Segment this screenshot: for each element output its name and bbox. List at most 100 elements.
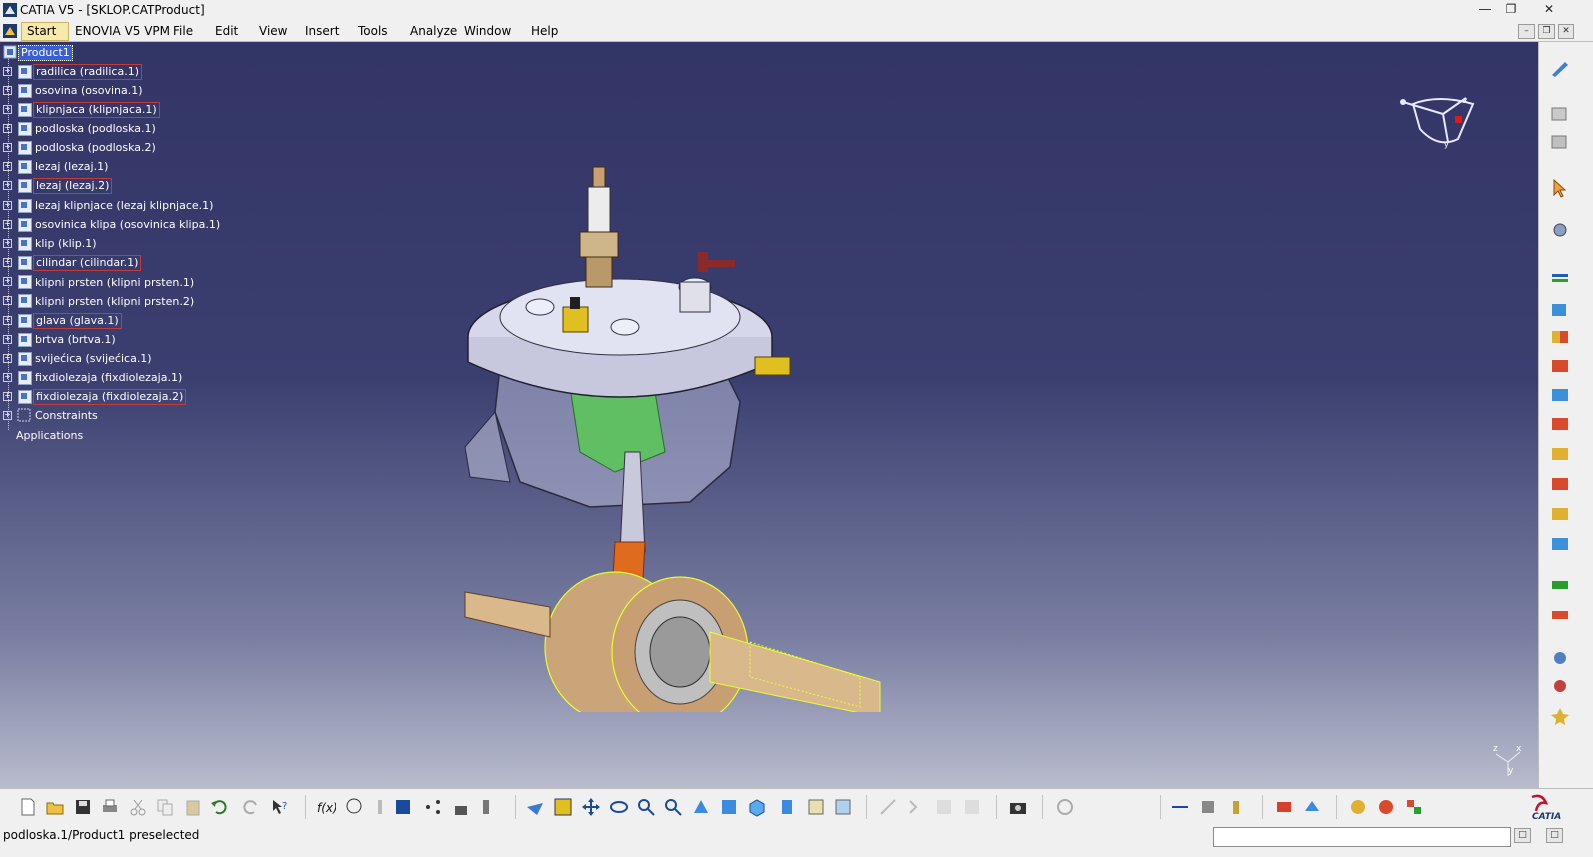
part-icon[interactable] [18, 199, 32, 213]
expand-icon[interactable]: + [3, 392, 12, 401]
constraints-icon[interactable] [17, 408, 31, 422]
catia-app-icon[interactable] [3, 3, 17, 17]
apply-material-icon[interactable] [1226, 797, 1246, 817]
manipulation-icon[interactable] [1549, 605, 1571, 625]
document-icon[interactable] [3, 24, 17, 38]
photo-studio-icon[interactable] [1376, 797, 1396, 817]
tree-node-lezaj-klipnjace[interactable]: lezaj klipnjace (lezaj klipnjace.1) [33, 199, 215, 213]
tree-node-klipni-prsten-2[interactable]: klipni prsten (klipni prsten.2) [33, 295, 196, 309]
fix-icon[interactable] [1549, 385, 1571, 405]
formula-icon[interactable]: f(x) [316, 797, 336, 817]
select-icon[interactable] [1549, 178, 1571, 198]
doc-restore-button[interactable]: ❐ [1538, 24, 1555, 39]
angle-icon[interactable] [1549, 356, 1571, 376]
expand-icon[interactable]: + [3, 411, 12, 420]
component-icon[interactable] [1549, 132, 1571, 152]
menu-start[interactable]: Start [27, 24, 56, 38]
part-icon[interactable] [18, 218, 32, 232]
status-button-1[interactable]: □ [1514, 828, 1531, 843]
quick-constraint-icon[interactable] [1549, 444, 1571, 464]
fix-together-icon[interactable] [1549, 414, 1571, 434]
knowledge-icon[interactable] [344, 797, 364, 817]
inertia-icon[interactable] [1198, 797, 1218, 817]
tree-node-glava[interactable]: glava (glava.1) [33, 313, 122, 329]
expand-icon[interactable]: + [3, 220, 12, 229]
whats-this-icon[interactable]: ? [270, 797, 290, 817]
tree-node-cilindar[interactable]: cilindar (cilindar.1) [33, 255, 142, 271]
paste-icon[interactable] [183, 797, 203, 817]
expand-icon[interactable]: + [3, 354, 12, 363]
explode-icon[interactable] [1549, 575, 1571, 595]
expand-icon[interactable]: + [3, 105, 12, 114]
fly-icon[interactable] [525, 797, 545, 817]
open-icon[interactable] [45, 797, 65, 817]
menu-tools[interactable]: Tools [358, 24, 388, 38]
restore-button[interactable]: ❐ [1499, 1, 1523, 18]
tree-node-lezaj-1[interactable]: lezaj (lezaj.1) [33, 160, 110, 174]
product-icon[interactable] [1549, 104, 1571, 124]
offset-icon[interactable] [1549, 327, 1571, 347]
quick-view-icon[interactable] [747, 797, 767, 817]
part-icon[interactable] [18, 333, 32, 347]
views-icon[interactable] [719, 797, 739, 817]
camera-icon[interactable] [1008, 797, 1028, 817]
assembly-features-icon[interactable] [1274, 797, 1294, 817]
catalog-browser-icon[interactable] [1348, 797, 1368, 817]
ruler-icon[interactable] [480, 797, 500, 817]
catalog-icon[interactable] [370, 797, 390, 817]
part-icon[interactable] [18, 122, 32, 136]
menu-window[interactable]: Window [464, 24, 511, 38]
print-icon[interactable] [100, 797, 120, 817]
update-icon[interactable] [906, 797, 926, 817]
measure-icon[interactable] [1170, 797, 1190, 817]
lock-icon[interactable] [451, 797, 471, 817]
product-icon[interactable] [3, 45, 17, 59]
swap-space-icon[interactable] [833, 797, 853, 817]
expand-icon[interactable]: + [3, 316, 12, 325]
tree-node-constraints[interactable]: Constraints [33, 409, 100, 423]
part-icon[interactable] [18, 65, 32, 79]
part-icon[interactable] [18, 84, 32, 98]
part-icon[interactable] [18, 294, 32, 308]
constraint-icon[interactable] [934, 797, 954, 817]
tree-node-podloska-2[interactable]: podloska (podloska.2) [33, 141, 158, 155]
tree-node-osovinica-klipa[interactable]: osovinica klipa (osovinica klipa.1) [33, 218, 222, 232]
bill-icon[interactable] [1549, 676, 1571, 696]
render-style-icon[interactable] [777, 797, 797, 817]
part-icon[interactable] [18, 314, 32, 328]
change-constraint-icon[interactable] [1549, 504, 1571, 524]
tree-node-applications[interactable]: Applications [14, 429, 85, 443]
graph-icon[interactable] [423, 797, 443, 817]
tree-node-klip[interactable]: klip (klip.1) [33, 237, 99, 251]
tree-root-product[interactable]: Product1 [18, 45, 73, 61]
tree-node-svijecica[interactable]: svijećica (svijećica.1) [33, 352, 154, 366]
menu-enovia[interactable]: ENOVIA V5 VPM [75, 24, 170, 38]
tree-node-podloska-1[interactable]: podloska (podloska.1) [33, 122, 158, 136]
expand-icon[interactable]: + [3, 162, 12, 171]
expand-icon[interactable]: + [3, 296, 12, 305]
tree-node-fixdiolezaja-2[interactable]: fixdiolezaja (fixdiolezaja.2) [33, 389, 187, 405]
part-icon[interactable] [18, 160, 32, 174]
menu-help[interactable]: Help [531, 24, 558, 38]
menu-insert[interactable]: Insert [305, 24, 339, 38]
engine-assembly-model[interactable] [440, 112, 920, 712]
expand-icon[interactable]: + [3, 277, 12, 286]
tree-node-brtva[interactable]: brtva (brtva.1) [33, 333, 118, 347]
hide-show-icon[interactable] [806, 797, 826, 817]
scene-icon[interactable] [1549, 706, 1571, 726]
expand-icon[interactable]: + [3, 201, 12, 210]
undo-icon[interactable] [210, 797, 230, 817]
colors-icon[interactable] [1404, 797, 1424, 817]
part-icon[interactable] [18, 103, 32, 117]
3d-viewport[interactable]: Product1 + radilica (radilica.1) + osovi… [0, 42, 1538, 788]
tree-node-fixdiolezaja-1[interactable]: fixdiolezaja (fixdiolezaja.1) [33, 371, 184, 385]
fit-all-icon[interactable] [553, 797, 573, 817]
zoom-in-icon[interactable] [636, 797, 656, 817]
part-icon[interactable] [18, 179, 32, 193]
menu-edit[interactable]: Edit [215, 24, 238, 38]
part-icon[interactable] [18, 352, 32, 366]
expand-icon[interactable]: + [3, 67, 12, 76]
part-icon[interactable] [18, 237, 32, 251]
clash-icon[interactable] [1549, 648, 1571, 668]
new-icon[interactable] [18, 797, 38, 817]
